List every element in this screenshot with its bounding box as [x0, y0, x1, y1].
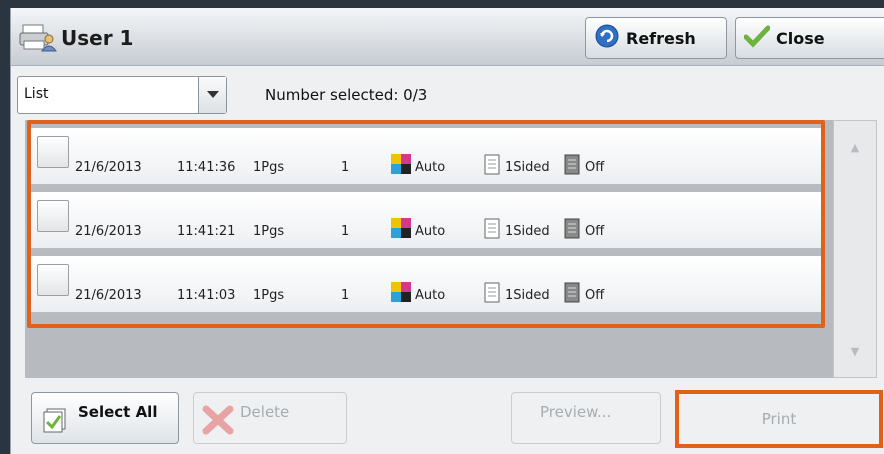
delete-x-icon	[202, 405, 234, 439]
select-all-button[interactable]: Select All	[31, 392, 179, 444]
close-label: Close	[776, 28, 825, 48]
print-button[interactable]: Print	[675, 390, 883, 448]
print-label: Print	[761, 410, 797, 428]
refresh-label: Refresh	[626, 28, 696, 48]
number-selected: Number selected: 0/3	[265, 86, 428, 104]
preview-label: Preview...	[540, 403, 612, 421]
refresh-icon	[594, 23, 620, 53]
title-bar: User 1 Refresh Close	[11, 8, 884, 66]
view-mode-value: List	[24, 86, 49, 102]
select-all-icon	[42, 407, 68, 437]
scroll-up-icon[interactable]: ▲	[834, 127, 876, 167]
printer-user-icon	[19, 21, 57, 53]
close-button[interactable]: Close	[735, 17, 884, 59]
print-job-panel: User 1 Refresh Close List Number selecte…	[10, 8, 884, 454]
scroll-down-icon[interactable]: ▼	[834, 331, 876, 371]
chevron-down-icon[interactable]	[198, 77, 226, 113]
delete-button[interactable]: Delete	[193, 392, 347, 444]
refresh-button[interactable]: Refresh	[585, 17, 727, 59]
view-mode-dropdown[interactable]: List	[17, 76, 227, 114]
select-all-label: Select All	[78, 403, 158, 421]
checkmark-icon	[743, 24, 771, 52]
job-list-highlight	[27, 120, 825, 328]
job-list-scrollbar[interactable]: ▲ ▼	[833, 120, 877, 378]
delete-label: Delete	[240, 403, 290, 421]
preview-button[interactable]: Preview...	[511, 392, 661, 444]
page-title: User 1	[61, 26, 134, 50]
